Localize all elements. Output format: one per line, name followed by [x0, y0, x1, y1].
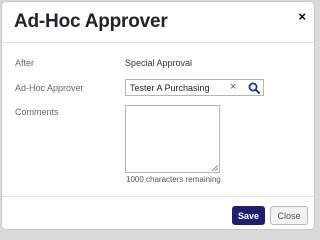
- comments-textarea[interactable]: [125, 105, 220, 173]
- approver-label: Ad-Hoc Approver: [15, 83, 84, 93]
- approver-field[interactable]: Tester A Purchasing ×: [125, 79, 264, 96]
- after-value: Special Approval: [125, 58, 193, 68]
- approver-input[interactable]: Tester A Purchasing: [130, 83, 210, 93]
- clear-icon[interactable]: ×: [230, 81, 236, 93]
- save-button[interactable]: Save: [232, 206, 265, 225]
- dialog-footer: Save Close: [2, 196, 314, 229]
- after-label: After: [15, 58, 35, 68]
- characters-remaining: 1000 characters remaining: [126, 175, 221, 184]
- close-button[interactable]: Close: [270, 206, 308, 225]
- ad-hoc-approver-dialog: Ad-Hoc Approver × After Special Approval…: [1, 1, 315, 230]
- close-icon[interactable]: ×: [298, 10, 306, 24]
- dialog-title: Ad-Hoc Approver: [14, 11, 168, 32]
- dialog-header: Ad-Hoc Approver ×: [2, 2, 314, 43]
- comments-label: Comments: [15, 107, 59, 117]
- resize-grip-icon[interactable]: [212, 165, 218, 171]
- search-icon[interactable]: [248, 82, 260, 94]
